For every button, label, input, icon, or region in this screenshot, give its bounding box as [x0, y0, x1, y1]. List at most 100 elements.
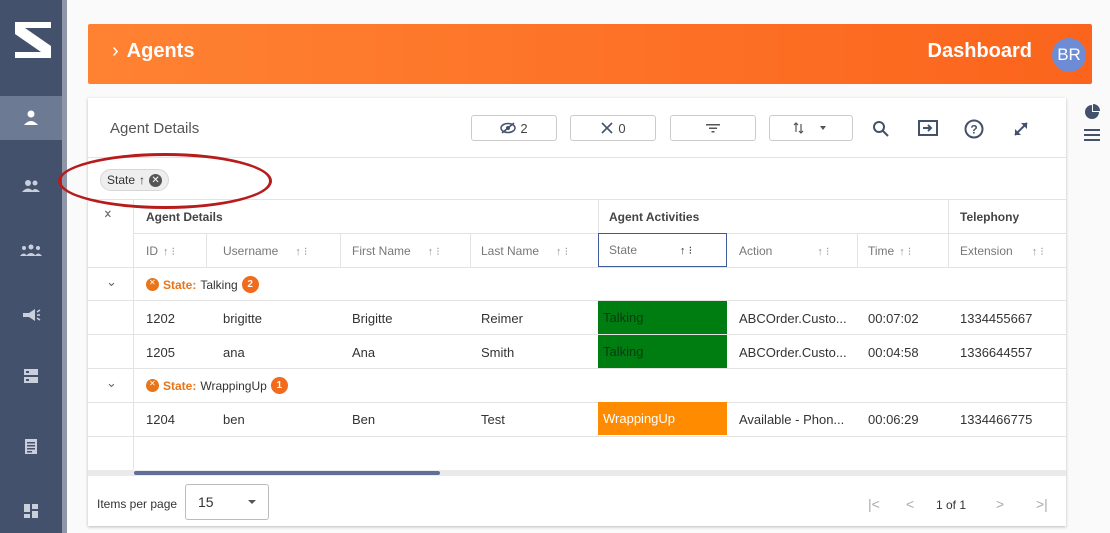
sort-menu-icon[interactable]: ↑ ⁝ — [899, 245, 911, 258]
page-title: Agents — [126, 40, 195, 62]
pinned-columns-button[interactable]: 0 — [570, 115, 656, 141]
breadcrumb[interactable]: › Agents — [112, 40, 194, 63]
filter-button[interactable] — [670, 115, 756, 141]
page-header: › Agents Dashboard BR — [88, 24, 1092, 84]
cell-first-name: Ben — [352, 412, 376, 427]
dashboard-link[interactable]: Dashboard — [928, 40, 1032, 63]
column-divider — [206, 233, 207, 267]
items-per-page-value: 15 — [198, 494, 214, 510]
help-icon[interactable]: ? — [960, 115, 988, 143]
column-label: Action — [739, 244, 773, 258]
column-label: Time — [868, 244, 895, 258]
cell-time: 00:07:02 — [868, 311, 919, 326]
cell-username: brigitte — [223, 311, 263, 326]
pie-chart-icon[interactable] — [1080, 104, 1104, 120]
sort-icon — [793, 122, 804, 134]
nav-campaign-icon[interactable] — [0, 293, 62, 337]
sort-menu-icon[interactable]: ↑ ⁝ — [1032, 245, 1044, 258]
page-info: 1 of 1 — [936, 498, 967, 512]
column-label: ID — [146, 244, 158, 258]
sort-menu-icon[interactable]: ↑ ⁝ — [680, 244, 692, 257]
cell-action: ABCOrder.Custo... — [739, 311, 847, 326]
cell-extension: 1336644557 — [960, 345, 1033, 360]
column-first-name[interactable]: First Name ↑ ⁝ — [352, 244, 440, 258]
column-id[interactable]: ID ↑ ⁝ — [146, 244, 175, 258]
group-key: State: — [163, 277, 197, 292]
column-extension[interactable]: Extension ↑ ⁝ — [960, 244, 1044, 258]
nav-storage-icon[interactable] — [0, 354, 62, 398]
pinned-count: 0 — [618, 120, 626, 136]
column-username[interactable]: Username ↑ ⁝ — [223, 244, 307, 258]
cell-id: 1202 — [146, 311, 175, 326]
column-divider — [948, 233, 949, 267]
divider — [88, 157, 1066, 158]
cell-first-name: Ana — [352, 345, 376, 360]
column-state[interactable]: State ↑ ⁝ — [598, 233, 727, 267]
column-divider — [598, 199, 599, 233]
cell-first-name: Brigitte — [352, 311, 393, 326]
eye-off-icon — [500, 122, 517, 134]
sort-menu-icon[interactable]: ↑ ⁝ — [295, 245, 307, 258]
expand-icon[interactable] — [1007, 115, 1035, 143]
cell-state: Talking — [598, 335, 727, 368]
cell-action: Available - Phon... — [739, 412, 845, 427]
avatar[interactable]: BR — [1052, 38, 1086, 72]
sort-menu-icon[interactable]: ↑ ⁝ — [428, 245, 440, 258]
divider — [88, 300, 1066, 301]
chevron-down-icon[interactable]: ⌄ — [106, 274, 117, 290]
group-agent-activities: Agent Activities — [609, 210, 700, 224]
list-icon[interactable] — [1080, 128, 1104, 142]
collapse-all-icon[interactable]: ⌄ ⌃ — [102, 202, 114, 226]
nav-dashboard-icon[interactable] — [0, 489, 62, 533]
pin-off-icon — [601, 122, 613, 134]
cell-extension: 1334455667 — [960, 311, 1033, 326]
cell-extension: 1334466775 — [960, 412, 1033, 427]
group-count-badge: 1 — [270, 377, 288, 394]
svg-text:?: ? — [970, 123, 977, 137]
cell-username: ana — [223, 345, 245, 360]
cell-last-name: Test — [481, 412, 505, 427]
group-row-talking[interactable]: State: Talking 2 — [146, 276, 259, 293]
last-page-icon[interactable]: >| — [1036, 496, 1048, 512]
nav-groups-icon[interactable] — [0, 228, 62, 272]
divider — [88, 334, 1066, 335]
sort-menu-icon[interactable]: ↑ ⁝ — [556, 245, 568, 258]
column-last-name[interactable]: Last Name ↑ ⁝ — [481, 244, 568, 258]
items-per-page-select[interactable]: 15 — [185, 484, 269, 520]
divider — [88, 368, 1066, 369]
sort-menu-icon[interactable]: ↑ ⁝ — [817, 245, 829, 258]
search-icon[interactable] — [867, 115, 895, 143]
prev-page-icon[interactable]: < — [906, 496, 914, 512]
alert-icon — [146, 379, 159, 392]
cell-state: Talking — [598, 301, 727, 334]
group-key: State: — [163, 378, 197, 393]
divider — [88, 402, 1066, 403]
chevron-down-icon[interactable]: ⌄ — [106, 375, 117, 391]
next-page-icon[interactable]: > — [996, 496, 1004, 512]
column-divider — [948, 199, 949, 233]
column-divider — [857, 233, 858, 267]
nav-rail — [0, 0, 67, 533]
sort-dropdown-button[interactable] — [769, 115, 853, 141]
app-logo-icon — [15, 22, 51, 58]
export-icon[interactable] — [914, 115, 942, 143]
column-label: State — [609, 243, 638, 257]
cell-action: ABCOrder.Custo... — [739, 345, 847, 360]
group-count-badge: 2 — [241, 276, 259, 293]
group-value: Talking — [200, 277, 238, 292]
nav-agent-icon[interactable] — [0, 96, 62, 140]
nav-people-icon[interactable] — [0, 164, 62, 208]
side-toolbar — [1080, 104, 1104, 150]
first-page-icon[interactable]: |< — [868, 496, 880, 512]
divider — [88, 267, 1066, 268]
sort-menu-icon[interactable]: ↑ ⁝ — [163, 245, 175, 258]
column-divider — [470, 233, 471, 267]
column-label: Extension — [960, 244, 1013, 258]
hidden-columns-button[interactable]: 2 — [471, 115, 557, 141]
cell-last-name: Reimer — [481, 311, 523, 326]
nav-report-icon[interactable] — [0, 424, 62, 468]
scrollbar-thumb[interactable] — [134, 471, 440, 475]
column-time[interactable]: Time ↑ ⁝ — [868, 244, 911, 258]
group-row-wrappingup[interactable]: State: WrappingUp 1 — [146, 377, 288, 394]
column-action[interactable]: Action ↑ ⁝ — [739, 244, 829, 258]
